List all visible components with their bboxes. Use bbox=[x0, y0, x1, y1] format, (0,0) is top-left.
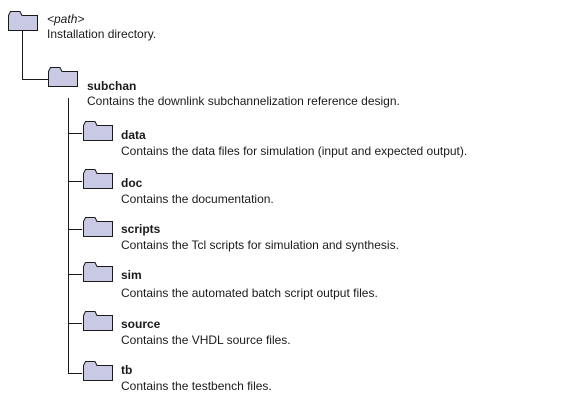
folder-icon bbox=[83, 361, 113, 381]
folder-desc-scripts: Contains the Tcl scripts for simulation … bbox=[121, 238, 399, 252]
folder-name-tb: tb bbox=[121, 363, 133, 377]
folder-desc-tb: Contains the testbench files. bbox=[121, 379, 272, 393]
folder-name-data: data bbox=[121, 128, 146, 142]
connector-scripts bbox=[68, 229, 82, 230]
folder-name-root: <path> bbox=[47, 12, 85, 26]
folder-name-source: source bbox=[121, 317, 161, 331]
folder-name-sim: sim bbox=[121, 268, 142, 282]
connector-tb bbox=[68, 373, 82, 374]
connector-root-vertical bbox=[22, 30, 23, 80]
folder-icon bbox=[83, 169, 113, 189]
folder-desc-subchan: Contains the downlink subchannelization … bbox=[87, 94, 400, 108]
folder-name-scripts: scripts bbox=[121, 222, 161, 236]
folder-desc-source: Contains the VHDL source files. bbox=[121, 333, 291, 347]
folder-desc-root: Installation directory. bbox=[47, 27, 157, 41]
folder-icon bbox=[48, 67, 78, 87]
connector-doc bbox=[68, 181, 82, 182]
folder-name-subchan: subchan bbox=[87, 79, 137, 93]
folder-desc-data: Contains the data files for simulation (… bbox=[121, 144, 468, 158]
connector-sim bbox=[68, 274, 82, 275]
connector-data bbox=[68, 133, 82, 134]
folder-desc-sim: Contains the automated batch script outp… bbox=[121, 286, 378, 300]
connector-source bbox=[68, 323, 82, 324]
folder-icon bbox=[8, 11, 38, 31]
folder-desc-doc: Contains the documentation. bbox=[121, 192, 274, 206]
connector-subchan-vertical bbox=[68, 98, 69, 374]
folder-icon bbox=[83, 262, 113, 282]
folder-icon bbox=[83, 121, 113, 141]
folder-icon bbox=[83, 217, 113, 237]
connector-root-horizontal bbox=[22, 79, 48, 80]
folder-name-doc: doc bbox=[121, 176, 143, 190]
folder-icon bbox=[83, 311, 113, 331]
